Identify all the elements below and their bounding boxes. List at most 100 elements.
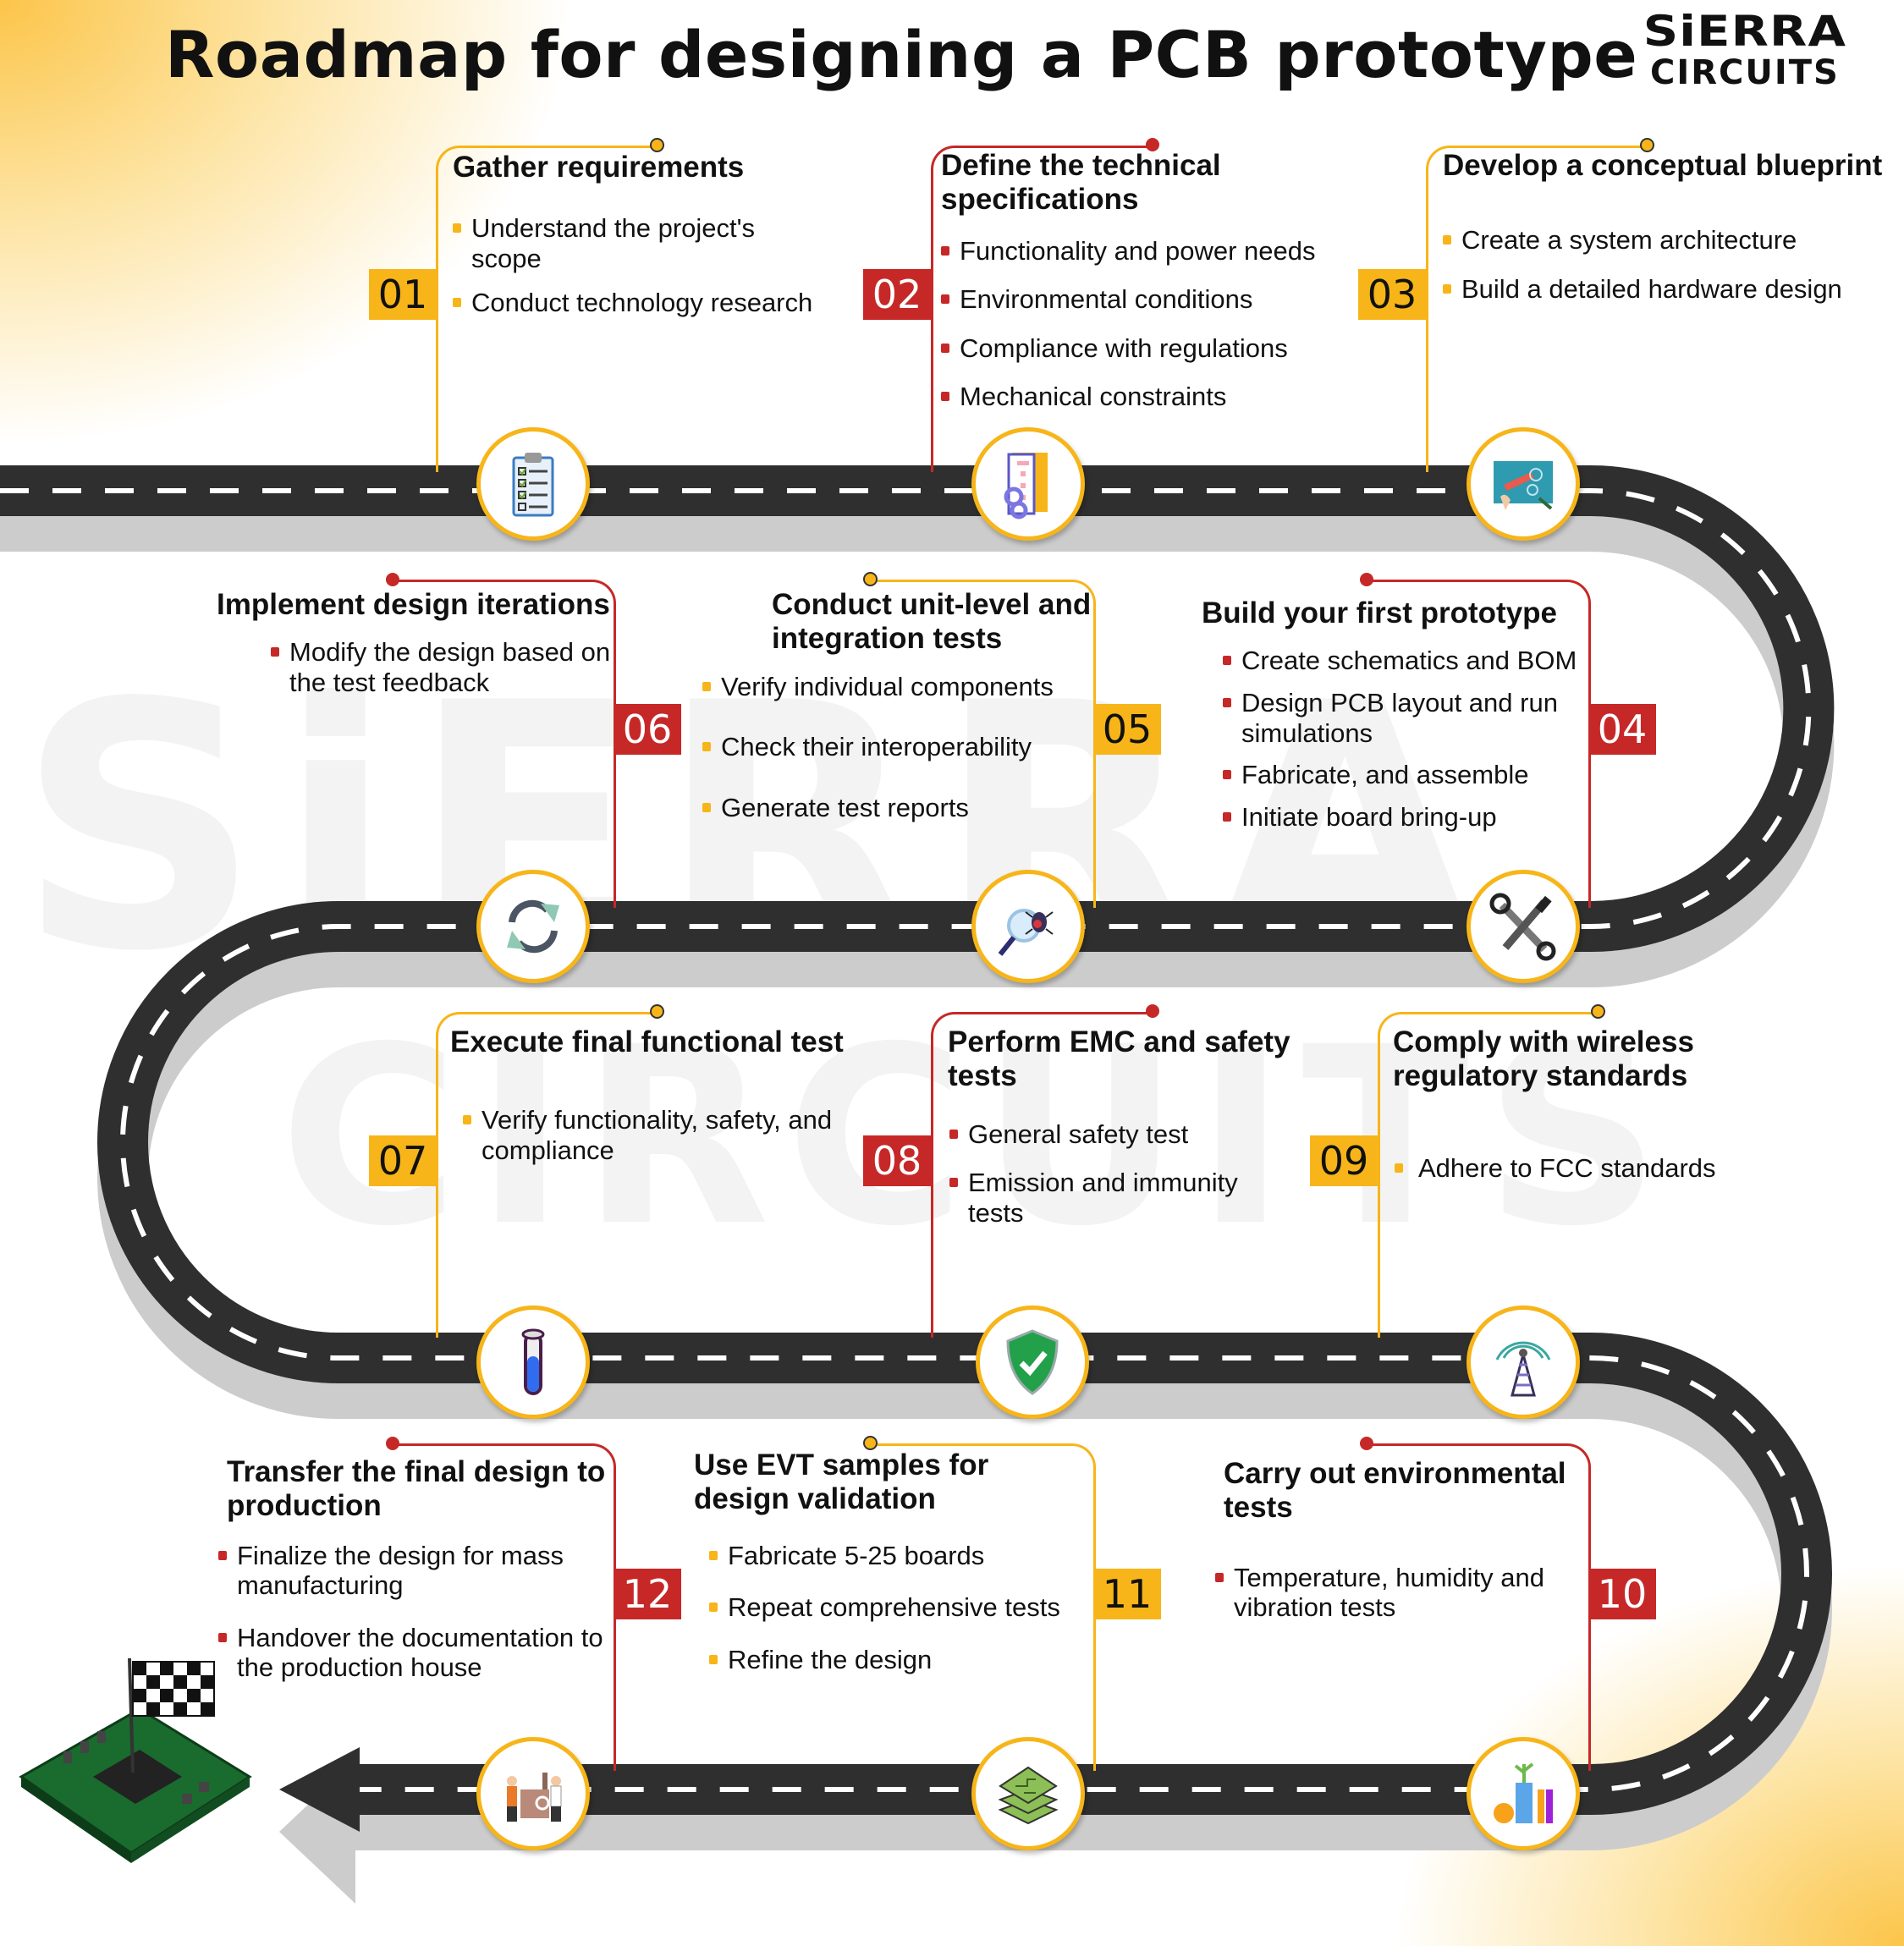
step-02-bullet: Mechanical constraints (941, 382, 1423, 412)
radio-tower-icon (1467, 1306, 1580, 1419)
step-03-number: 03 (1358, 269, 1426, 320)
step-10-number: 10 (1588, 1569, 1656, 1619)
step-05-bullet: Check their interoperability (702, 732, 1092, 762)
step-04-bullet: Create schematics and BOM (1223, 646, 1582, 676)
specification-document-gears-icon (971, 427, 1085, 541)
step-06-bullet: Modify the design based on the test feed… (271, 637, 614, 697)
checkered-flag (132, 1661, 215, 1717)
step-08-number: 08 (863, 1135, 931, 1186)
step-09-dot (1591, 1004, 1605, 1019)
step-05-title: Conduct unit-level and integration tests (772, 588, 1092, 656)
step-05-bullet: Generate test reports (702, 793, 1092, 823)
step-09-bullets: Adhere to FCC standards (1395, 1153, 1748, 1184)
step-09-bullet: Adhere to FCC standards (1395, 1153, 1748, 1184)
pcb-checkered-flag-icon (13, 1650, 258, 1887)
step-05: Conduct unit-level and integration tests… (702, 588, 1092, 822)
step-01-number: 01 (369, 269, 437, 320)
step-11: Use EVT samples for design validation Fa… (694, 1449, 1092, 1674)
step-04-title: Build your first prototype (1202, 596, 1557, 629)
step-10-dot (1360, 1437, 1373, 1450)
step-06-number: 06 (614, 704, 681, 755)
step-12-bullets: Finalize the design for mass manufacturi… (218, 1541, 612, 1684)
test-tube-icon (476, 1306, 590, 1419)
step-01-bullets: Understand the project's scope Conduct t… (453, 213, 825, 317)
step-11-bullet: Refine the design (709, 1645, 1092, 1675)
step-10-title: Carry out environmental tests (1224, 1457, 1566, 1525)
step-08-dot (1146, 1004, 1159, 1018)
step-12-title: Transfer the final design to production (227, 1455, 606, 1523)
step-04-bullet: Fabricate, and assemble (1223, 760, 1582, 790)
step-05-bullet: Verify individual components (702, 672, 1092, 702)
shield-check-icon (976, 1306, 1089, 1419)
step-02-bullet: Environmental conditions (941, 284, 1423, 315)
step-04-dot (1360, 573, 1373, 586)
step-07-dot (650, 1004, 664, 1019)
step-11-number: 11 (1093, 1569, 1161, 1619)
lab-plants-icon (1467, 1737, 1580, 1850)
step-07-number: 07 (369, 1135, 437, 1186)
step-11-bullet: Fabricate 5-25 boards (709, 1541, 1092, 1571)
step-03-bullets: Create a system architecture Build a det… (1443, 225, 1904, 304)
step-11-dot (863, 1436, 878, 1450)
step-03-bullet: Build a detailed hardware design (1443, 274, 1904, 305)
step-07-title: Execute final functional test (450, 1025, 844, 1058)
step-11-title: Use EVT samples for design validation (694, 1449, 989, 1516)
step-09-title: Comply with wireless regulatory standard… (1393, 1025, 1694, 1093)
refresh-cycle-icon (476, 870, 590, 983)
step-05-bullets: Verify individual components Check their… (702, 672, 1092, 823)
step-04-bullet: Initiate board bring-up (1223, 802, 1582, 833)
step-03-dot (1640, 138, 1654, 152)
step-08: Perform EMC and safety tests General saf… (948, 1025, 1312, 1228)
step-01-bullet: Conduct technology research (453, 288, 825, 318)
step-08-bullet: General safety test (949, 1119, 1312, 1150)
step-02-dot (1146, 138, 1159, 151)
step-01: Gather requirements Understand the proje… (453, 151, 825, 317)
wrench-screwdriver-icon (1467, 870, 1580, 983)
step-03: Develop a conceptual blueprint Create a … (1443, 149, 1904, 305)
step-07: Execute final functional test Verify fun… (450, 1025, 873, 1166)
step-11-bullets: Fabricate 5-25 boards Repeat comprehensi… (709, 1541, 1092, 1675)
step-12-bullet: Finalize the design for mass manufacturi… (218, 1541, 612, 1601)
step-02-bullet: Functionality and power needs (941, 236, 1423, 267)
blueprint-drawing-icon (1467, 427, 1580, 541)
step-12-bullet: Handover the documentation to the produc… (218, 1623, 612, 1683)
step-08-bullets: General safety test Emission and immunit… (949, 1119, 1312, 1229)
step-07-bullet: Verify functionality, safety, and compli… (463, 1105, 873, 1165)
factory-workers-icon (476, 1737, 590, 1850)
step-11-bullet: Repeat comprehensive tests (709, 1592, 1092, 1623)
step-12-number: 12 (614, 1569, 681, 1619)
step-06-dot (386, 573, 399, 586)
step-09-number: 09 (1310, 1135, 1378, 1186)
step-10-bullet: Temperature, humidity and vibration test… (1215, 1563, 1581, 1623)
pcb-layers-icon (971, 1737, 1085, 1850)
step-05-dot (863, 572, 878, 586)
step-02: Define the technical specifications Func… (941, 149, 1423, 412)
step-02-bullet: Compliance with regulations (941, 333, 1423, 364)
step-02-title: Define the technical specifications (941, 149, 1221, 217)
step-03-title: Develop a conceptual blueprint (1443, 149, 1883, 182)
step-07-bullets: Verify functionality, safety, and compli… (463, 1105, 873, 1165)
step-12-dot (386, 1437, 399, 1450)
step-06-title: Implement design iterations (217, 588, 610, 621)
step-03-bullet: Create a system architecture (1443, 225, 1904, 256)
step-12: Transfer the final design to production … (218, 1455, 612, 1683)
magnifier-bug-icon (971, 870, 1085, 983)
step-06-bullets: Modify the design based on the test feed… (271, 637, 614, 697)
step-04-bullets: Create schematics and BOM Design PCB lay… (1223, 646, 1582, 832)
step-04: Build your first prototype Create schema… (1202, 596, 1582, 832)
step-04-bullet: Design PCB layout and run simulations (1223, 688, 1582, 748)
step-01-bullet: Understand the project's scope (453, 213, 825, 273)
step-01-dot (650, 138, 664, 152)
clipboard-checklist-icon (476, 427, 590, 541)
step-10-bullets: Temperature, humidity and vibration test… (1215, 1563, 1583, 1623)
step-08-title: Perform EMC and safety tests (948, 1025, 1290, 1093)
step-02-number: 02 (863, 269, 931, 320)
step-05-number: 05 (1093, 704, 1161, 755)
step-10: Carry out environmental tests Temperatur… (1215, 1457, 1583, 1623)
step-09: Comply with wireless regulatory standard… (1393, 1025, 1748, 1183)
step-04-number: 04 (1588, 704, 1656, 755)
step-01-title: Gather requirements (453, 151, 745, 184)
step-08-bullet: Emission and immunity tests (949, 1168, 1256, 1228)
step-06: Implement design iterations Modify the d… (217, 588, 614, 698)
step-02-bullets: Functionality and power needs Environmen… (941, 236, 1423, 413)
